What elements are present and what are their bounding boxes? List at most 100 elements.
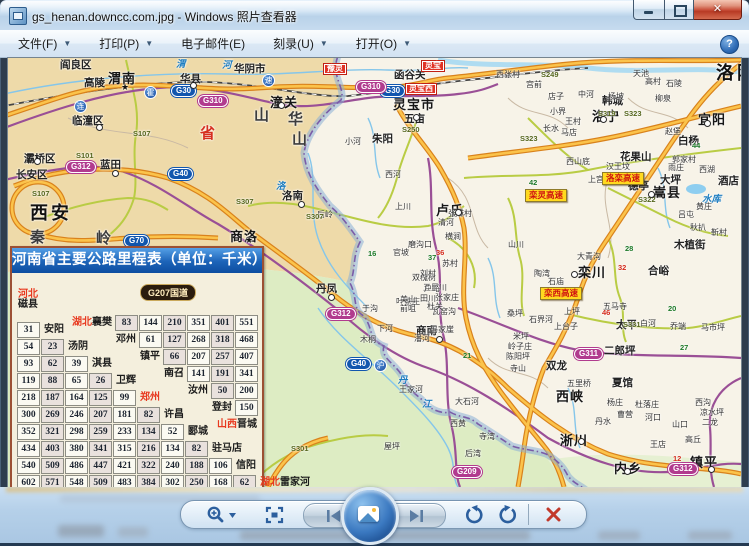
distance-cell: 352	[17, 424, 40, 440]
distance-cell: 447	[89, 458, 112, 474]
distance-cell: 341	[89, 441, 112, 457]
village-label: 上坪	[564, 307, 580, 316]
mountain-label: 岭	[96, 230, 119, 247]
city-label: 嵩县	[653, 185, 682, 200]
zoom-button[interactable]	[199, 501, 243, 528]
distance-cell: 127	[163, 332, 186, 348]
village-label: 户峪	[424, 284, 440, 293]
menu-item-2[interactable]: 打印(P) ▼	[89, 31, 163, 56]
village-label: 美山	[400, 295, 416, 304]
town-label: 酒店	[718, 175, 739, 187]
table-city-label: 湖北襄樊	[72, 317, 112, 328]
km-marker-red: 12	[673, 454, 682, 463]
next-icon	[410, 509, 423, 522]
town-label: 阎良区	[60, 59, 92, 71]
distance-cell: 82	[185, 441, 208, 457]
town-label: 双龙	[546, 360, 567, 372]
fit-to-window-icon	[265, 506, 283, 523]
help-button[interactable]: ?	[720, 35, 739, 54]
distance-cell: 141	[187, 366, 210, 382]
village-label: 汉王坟	[606, 162, 630, 171]
distance-cell: 62	[233, 475, 256, 487]
town-label: 大坪	[660, 174, 681, 186]
distance-cell: 380	[65, 441, 88, 457]
city-dot	[436, 336, 443, 343]
fit-to-window-button[interactable]	[259, 501, 289, 528]
menu-item-5[interactable]: 打开(O) ▼	[346, 31, 421, 56]
table-city-label: 汝州	[188, 385, 208, 396]
menu-item-4[interactable]: 刻录(U) ▼	[263, 31, 338, 56]
distance-cell: 468	[235, 332, 258, 348]
minimize-button[interactable]	[633, 0, 665, 20]
rotate-clockwise-button[interactable]	[493, 501, 523, 528]
river-label: 洛	[276, 181, 286, 192]
distance-cell: 26	[89, 373, 112, 389]
national-road-badge: G310	[356, 81, 386, 93]
zoom-caret-icon	[228, 512, 236, 518]
town-label: 木植街	[674, 239, 706, 251]
distance-cell: 88	[41, 373, 64, 389]
distance-cell: 188	[185, 458, 208, 474]
city-dot	[708, 466, 715, 473]
distance-cell: 93	[17, 356, 40, 372]
village-label: 黄庄	[696, 202, 712, 211]
close-button[interactable]: ✕	[694, 0, 742, 20]
town-label: 函谷关	[394, 69, 426, 81]
village-label: 乔端	[670, 322, 686, 331]
village-label: 横涧	[445, 232, 461, 241]
play-slideshow-button[interactable]	[341, 487, 399, 545]
village-label: 上台子	[554, 322, 578, 331]
village-label: 寺湾	[479, 432, 495, 441]
distance-cell: 210	[163, 315, 186, 331]
distance-cell: 39	[65, 356, 88, 372]
table-city-label: 登封	[212, 402, 232, 413]
maximize-button[interactable]	[665, 0, 694, 20]
village-label: 大青沟	[577, 252, 601, 261]
distance-cell: 421	[113, 458, 136, 474]
next-button[interactable]	[398, 504, 434, 527]
photo-content-map[interactable]: 西安洛阳渭南灵宝市商洛潼关卢氏栾川嵩县淅川宜阳洛宁内乡镇平西峡华县华阴市高陵阎良…	[7, 57, 742, 488]
village-label: 赵堡	[665, 127, 681, 136]
town-label: 二郎坪	[604, 345, 636, 357]
village-label: 前咀	[400, 304, 416, 313]
capital-star: ★	[121, 82, 130, 92]
delete-button[interactable]	[536, 501, 570, 528]
menu-item-3[interactable]: 电子邮件(E)	[171, 31, 255, 56]
provincial-road-label: S107	[32, 189, 50, 198]
village-label: 刘村	[420, 269, 436, 278]
background-smudge	[688, 531, 732, 540]
town-label: 合峪	[648, 265, 669, 277]
distance-cell: 99	[113, 390, 136, 406]
city-dot	[648, 191, 655, 198]
village-label: 寺山	[510, 364, 526, 373]
village-label: 长水	[543, 124, 559, 133]
village-label: 苏村	[442, 259, 458, 268]
exit-badge: 灵宝西	[406, 84, 436, 94]
distance-cell: 240	[161, 458, 184, 474]
city-label: 灵宝市	[393, 97, 436, 112]
town-label: 洛南	[282, 190, 303, 202]
town-label: 丹凤	[316, 283, 337, 295]
distance-cell: 318	[211, 332, 234, 348]
distance-cell: 191	[211, 366, 234, 382]
distance-cell: 216	[137, 441, 160, 457]
distance-cell: 144	[139, 315, 162, 331]
menu-item-1[interactable]: 文件(F) ▼	[8, 31, 81, 56]
distance-cell: 551	[235, 315, 258, 331]
village-label: 杜关	[427, 302, 443, 311]
title-bar[interactable]: gs_henan.downcc.com.jpg - Windows 照片查看器 …	[0, 0, 749, 31]
national-road-badge: G312	[668, 463, 698, 475]
distance-cell: 23	[41, 339, 64, 355]
village-label: 木桐	[360, 335, 376, 344]
distance-cell: 150	[235, 400, 258, 416]
city-dot	[704, 120, 711, 127]
distance-cell: 401	[211, 315, 234, 331]
g207-road-badge: G207国道	[140, 284, 197, 301]
menu-item-label: 打印(P)	[99, 37, 140, 51]
distance-cell: 341	[235, 366, 258, 382]
village-label: 秋扒	[690, 223, 706, 232]
distance-cell: 168	[209, 475, 232, 487]
table-city-label: 镇平	[140, 351, 160, 362]
distance-cell: 548	[65, 475, 88, 487]
rotate-counterclockwise-button[interactable]	[459, 501, 489, 528]
